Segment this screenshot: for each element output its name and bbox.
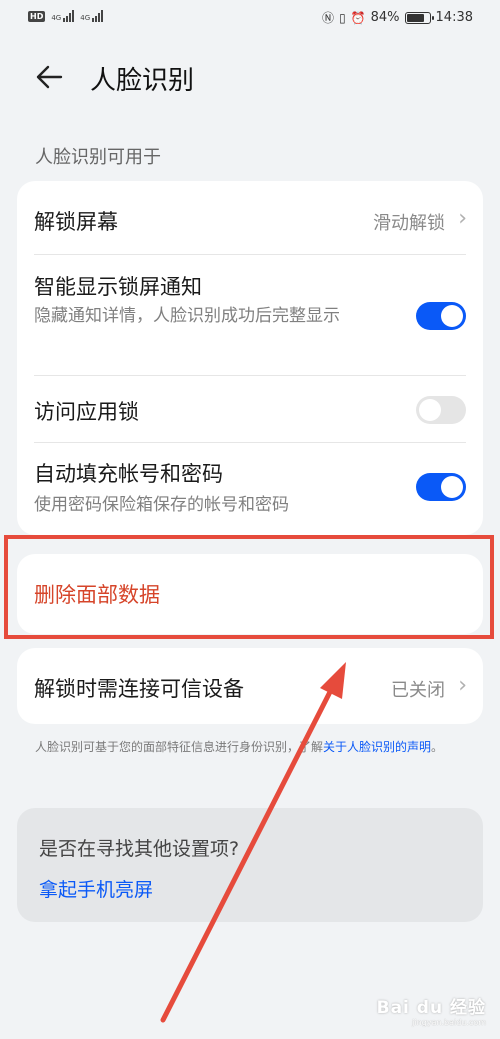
watermark-logo: Bai du 经验 bbox=[376, 998, 486, 1018]
unlock-screen-title: 解锁屏幕 bbox=[34, 210, 118, 234]
section-label: 人脸识别可用于 bbox=[35, 147, 161, 168]
suggestion-card: 是否在寻找其他设置项? 拿起手机亮屏 bbox=[17, 808, 483, 922]
back-arrow-icon[interactable] bbox=[33, 61, 65, 93]
smart-notify-toggle[interactable] bbox=[416, 302, 466, 330]
vibrate-icon: ▯ bbox=[339, 10, 346, 25]
battery-icon bbox=[404, 11, 434, 24]
signal-icon-2: 4G bbox=[80, 10, 104, 22]
unlock-screen-value: 滑动解锁 bbox=[373, 213, 445, 234]
watermark: Bai du 经验 jingyan.baidu.com bbox=[377, 993, 486, 1027]
nfc-icon: Ⓝ bbox=[322, 11, 335, 25]
unlock-screen-row[interactable]: 解锁屏幕 滑动解锁 › bbox=[17, 181, 483, 254]
autofill-row[interactable]: 自动填充帐号和密码 使用密码保险箱保存的帐号和密码 bbox=[17, 443, 483, 535]
trusted-device-card: 解锁时需连接可信设备 已关闭 › bbox=[17, 648, 483, 724]
battery-percent: 84% bbox=[370, 10, 400, 25]
disclaimer-end: 。 bbox=[431, 740, 444, 754]
autofill-subtitle: 使用密码保险箱保存的帐号和密码 bbox=[34, 495, 289, 515]
battery-level bbox=[406, 13, 425, 22]
smart-notify-title: 智能显示锁屏通知 bbox=[34, 275, 202, 299]
autofill-toggle[interactable] bbox=[416, 473, 466, 501]
autofill-title: 自动填充帐号和密码 bbox=[34, 462, 223, 486]
app-lock-toggle[interactable] bbox=[416, 396, 466, 424]
trusted-device-value: 已关闭 bbox=[391, 680, 445, 701]
raise-to-wake-link[interactable]: 拿起手机亮屏 bbox=[39, 875, 153, 902]
page-title: 人脸识别 bbox=[90, 66, 195, 96]
app-header: 人脸识别 bbox=[0, 55, 500, 100]
toggle-knob bbox=[441, 476, 463, 498]
face-usage-card: 解锁屏幕 滑动解锁 › 智能显示锁屏通知 隐藏通知详情，人脸识别成功后完整显示 … bbox=[17, 181, 483, 535]
suggestion-question: 是否在寻找其他设置项? bbox=[39, 838, 240, 860]
status-bar-right: Ⓝ ▯ ⏰ 84% 14:38 bbox=[322, 9, 473, 26]
hd-icon: HD bbox=[28, 11, 46, 22]
chevron-right-icon: › bbox=[458, 673, 467, 698]
app-lock-title: 访问应用锁 bbox=[34, 400, 139, 424]
toggle-knob bbox=[441, 305, 463, 327]
app-lock-row[interactable]: 访问应用锁 bbox=[17, 376, 483, 441]
face-statement-link[interactable]: 关于人脸识别的声明 bbox=[323, 740, 431, 754]
watermark-url: jingyan.baidu.com bbox=[412, 1018, 486, 1027]
disclaimer-text: 人脸识别可基于您的面部特征信息进行身份识别，了解 bbox=[35, 740, 324, 754]
signal-icon-1: 4G bbox=[51, 10, 75, 22]
annotation-highlight-box bbox=[4, 535, 494, 639]
face-disclaimer: 人脸识别可基于您的面部特征信息进行身份识别，了解关于人脸识别的声明。 bbox=[35, 737, 475, 757]
status-bar: HD 4G 4G Ⓝ ▯ ⏰ 84% 14:38 bbox=[0, 0, 500, 38]
status-bar-left: HD 4G 4G bbox=[28, 10, 104, 22]
toggle-knob bbox=[419, 399, 441, 421]
smart-notify-row[interactable]: 智能显示锁屏通知 隐藏通知详情，人脸识别成功后完整显示 bbox=[17, 255, 483, 375]
smart-notify-subtitle: 隐藏通知详情，人脸识别成功后完整显示 bbox=[34, 306, 340, 326]
trusted-device-row[interactable]: 解锁时需连接可信设备 已关闭 › bbox=[17, 648, 483, 724]
chevron-right-icon: › bbox=[458, 206, 467, 231]
alarm-icon: ⏰ bbox=[350, 10, 366, 25]
trusted-device-title: 解锁时需连接可信设备 bbox=[34, 677, 244, 701]
clock: 14:38 bbox=[435, 10, 473, 25]
